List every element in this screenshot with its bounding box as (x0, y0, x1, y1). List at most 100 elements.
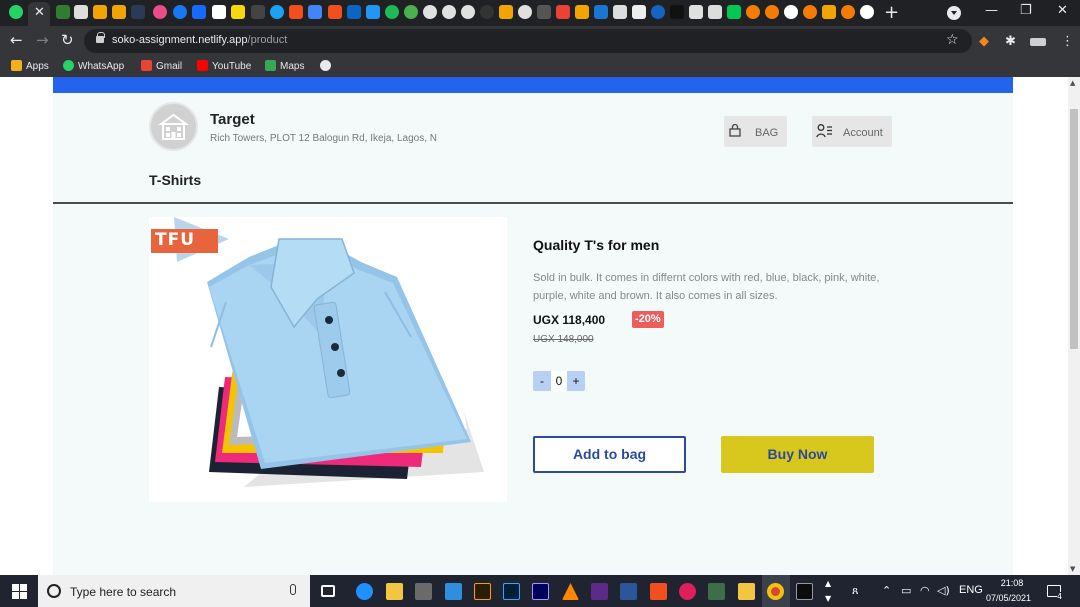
language-indicator[interactable]: ENG (959, 584, 983, 596)
close-icon[interactable]: ✕ (34, 5, 45, 20)
forward-arrow-icon[interactable]: → (36, 31, 49, 49)
tab-favicon[interactable] (822, 5, 836, 19)
slack-icon[interactable] (679, 583, 696, 600)
tab-favicon[interactable] (689, 5, 703, 19)
twitter-tab-icon[interactable] (270, 5, 284, 19)
back-arrow-icon[interactable]: ← (10, 31, 23, 49)
task-view-icon[interactable] (321, 585, 335, 597)
url-text[interactable]: soko-assignment.netlify.app/product (112, 34, 287, 46)
new-tab-plus-icon[interactable]: + (884, 2, 899, 23)
mail-icon[interactable] (445, 583, 462, 600)
page-scrollbar[interactable]: ▲ ▼ (1068, 77, 1080, 575)
minimize-icon[interactable]: — (985, 3, 998, 18)
tab-favicon[interactable] (74, 5, 88, 19)
tab-favicon[interactable] (385, 5, 399, 19)
taskbar-scroll-up-icon[interactable]: ▲ (825, 579, 831, 588)
tab-favicon[interactable] (632, 5, 646, 19)
store-icon[interactable] (415, 583, 432, 600)
bookmark-maps[interactable]: Maps (265, 60, 304, 72)
tab-favicon[interactable] (651, 5, 665, 19)
quantity-value[interactable]: 0 (551, 371, 567, 391)
tab-favicon[interactable] (613, 5, 627, 19)
window-close-icon[interactable]: ✕ (1057, 3, 1068, 18)
notion-tab-icon[interactable] (212, 5, 226, 19)
account-button[interactable]: Account (812, 116, 892, 147)
taskbar-scroll-down-icon[interactable]: ▼ (825, 594, 831, 603)
tab-favicon[interactable] (670, 5, 684, 19)
address-bar[interactable]: soko-assignment.netlify.app/product ☆ (84, 29, 972, 53)
figma-tab-icon[interactable] (289, 5, 303, 19)
bookmark-youtube[interactable]: YouTube (197, 60, 251, 72)
bookmark-whatsapp[interactable]: WhatsApp (63, 60, 124, 72)
linkedin-tab-icon[interactable] (347, 5, 361, 19)
tab-favicon[interactable] (746, 5, 760, 19)
tab-favicon[interactable] (251, 5, 265, 19)
tab-favicon[interactable] (442, 5, 456, 19)
vlc-icon[interactable] (562, 583, 579, 600)
tab-favicon[interactable] (841, 5, 855, 19)
tab-favicon[interactable] (537, 5, 551, 19)
clock-date[interactable]: 07/05/2021 (986, 593, 1031, 603)
gmail-tab-icon[interactable] (556, 5, 570, 19)
tab-favicon[interactable] (518, 5, 532, 19)
add-to-bag-button[interactable]: Add to bag (533, 436, 686, 473)
quantity-increment-button[interactable]: + (567, 371, 585, 391)
tab-favicon[interactable] (131, 5, 145, 19)
tab-favicon[interactable] (803, 5, 817, 19)
docs-tab-icon[interactable] (308, 5, 322, 19)
visual-studio-icon[interactable] (591, 583, 608, 600)
show-hidden-icons-chevron[interactable]: ⌃ (882, 584, 891, 597)
quantity-decrement-button[interactable]: - (533, 371, 551, 391)
scroll-up-icon[interactable]: ▲ (1070, 79, 1075, 87)
chrome-icon[interactable] (767, 583, 784, 600)
file-explorer-icon[interactable] (386, 583, 403, 600)
google-tab-icon[interactable] (860, 5, 874, 19)
tab-favicon[interactable] (231, 5, 245, 19)
terminal-icon[interactable] (796, 583, 813, 600)
tab-favicon[interactable] (727, 5, 741, 19)
scrollbar-thumb[interactable] (1070, 109, 1078, 349)
google-tab-icon[interactable] (784, 5, 798, 19)
microphone-icon[interactable] (290, 584, 296, 595)
volume-icon[interactable]: ◁) (937, 584, 950, 597)
taskbar-search-box[interactable]: Type here to search (38, 575, 310, 607)
scroll-down-icon[interactable]: ▼ (1070, 565, 1075, 573)
extension-icon[interactable] (1030, 38, 1046, 46)
tab-favicon[interactable] (93, 5, 107, 19)
bookmark-apps[interactable]: Apps (11, 60, 49, 72)
word-icon[interactable] (620, 583, 637, 600)
app-icon[interactable] (708, 583, 725, 600)
tab-favicon[interactable] (575, 5, 589, 19)
whatsapp-tab-icon[interactable] (9, 5, 23, 19)
windows-start-icon[interactable] (12, 584, 27, 599)
wifi-icon[interactable]: ◠ (920, 584, 930, 597)
lock-icon[interactable] (96, 32, 105, 43)
metamask-extension-icon[interactable]: ◆ (979, 34, 989, 49)
photoshop-icon[interactable] (503, 583, 520, 600)
tab-favicon[interactable] (366, 5, 380, 19)
restore-icon[interactable]: ❐ (1020, 3, 1032, 18)
behance-tab-icon[interactable] (192, 5, 206, 19)
bag-button[interactable]: BAG (724, 116, 787, 147)
tab-favicon[interactable] (423, 5, 437, 19)
battery-icon[interactable]: ▭ (901, 584, 911, 597)
tab-favicon[interactable] (765, 5, 779, 19)
figma-tab-icon[interactable] (328, 5, 342, 19)
edge-icon[interactable] (356, 583, 373, 600)
active-tab[interactable]: ✕ (28, 2, 50, 26)
profile-dropdown-icon[interactable] (947, 6, 961, 20)
facebook-tab-icon[interactable] (173, 5, 187, 19)
dribbble-tab-icon[interactable] (153, 5, 167, 19)
store-logo[interactable] (149, 102, 198, 151)
reload-icon[interactable]: ↻ (61, 31, 74, 49)
tab-favicon[interactable] (594, 5, 608, 19)
extensions-puzzle-icon[interactable]: ✱ (1005, 34, 1016, 49)
tab-favicon[interactable] (480, 5, 494, 19)
illustrator-icon[interactable] (474, 583, 491, 600)
clock-time[interactable]: 21:08 (998, 578, 1026, 588)
menu-kebab-icon[interactable]: ⋮ (1061, 34, 1074, 49)
tab-favicon[interactable] (404, 5, 418, 19)
buy-now-button[interactable]: Buy Now (721, 436, 874, 473)
tab-favicon[interactable] (708, 5, 722, 19)
bookmark-gmail[interactable]: Gmail (141, 60, 182, 72)
